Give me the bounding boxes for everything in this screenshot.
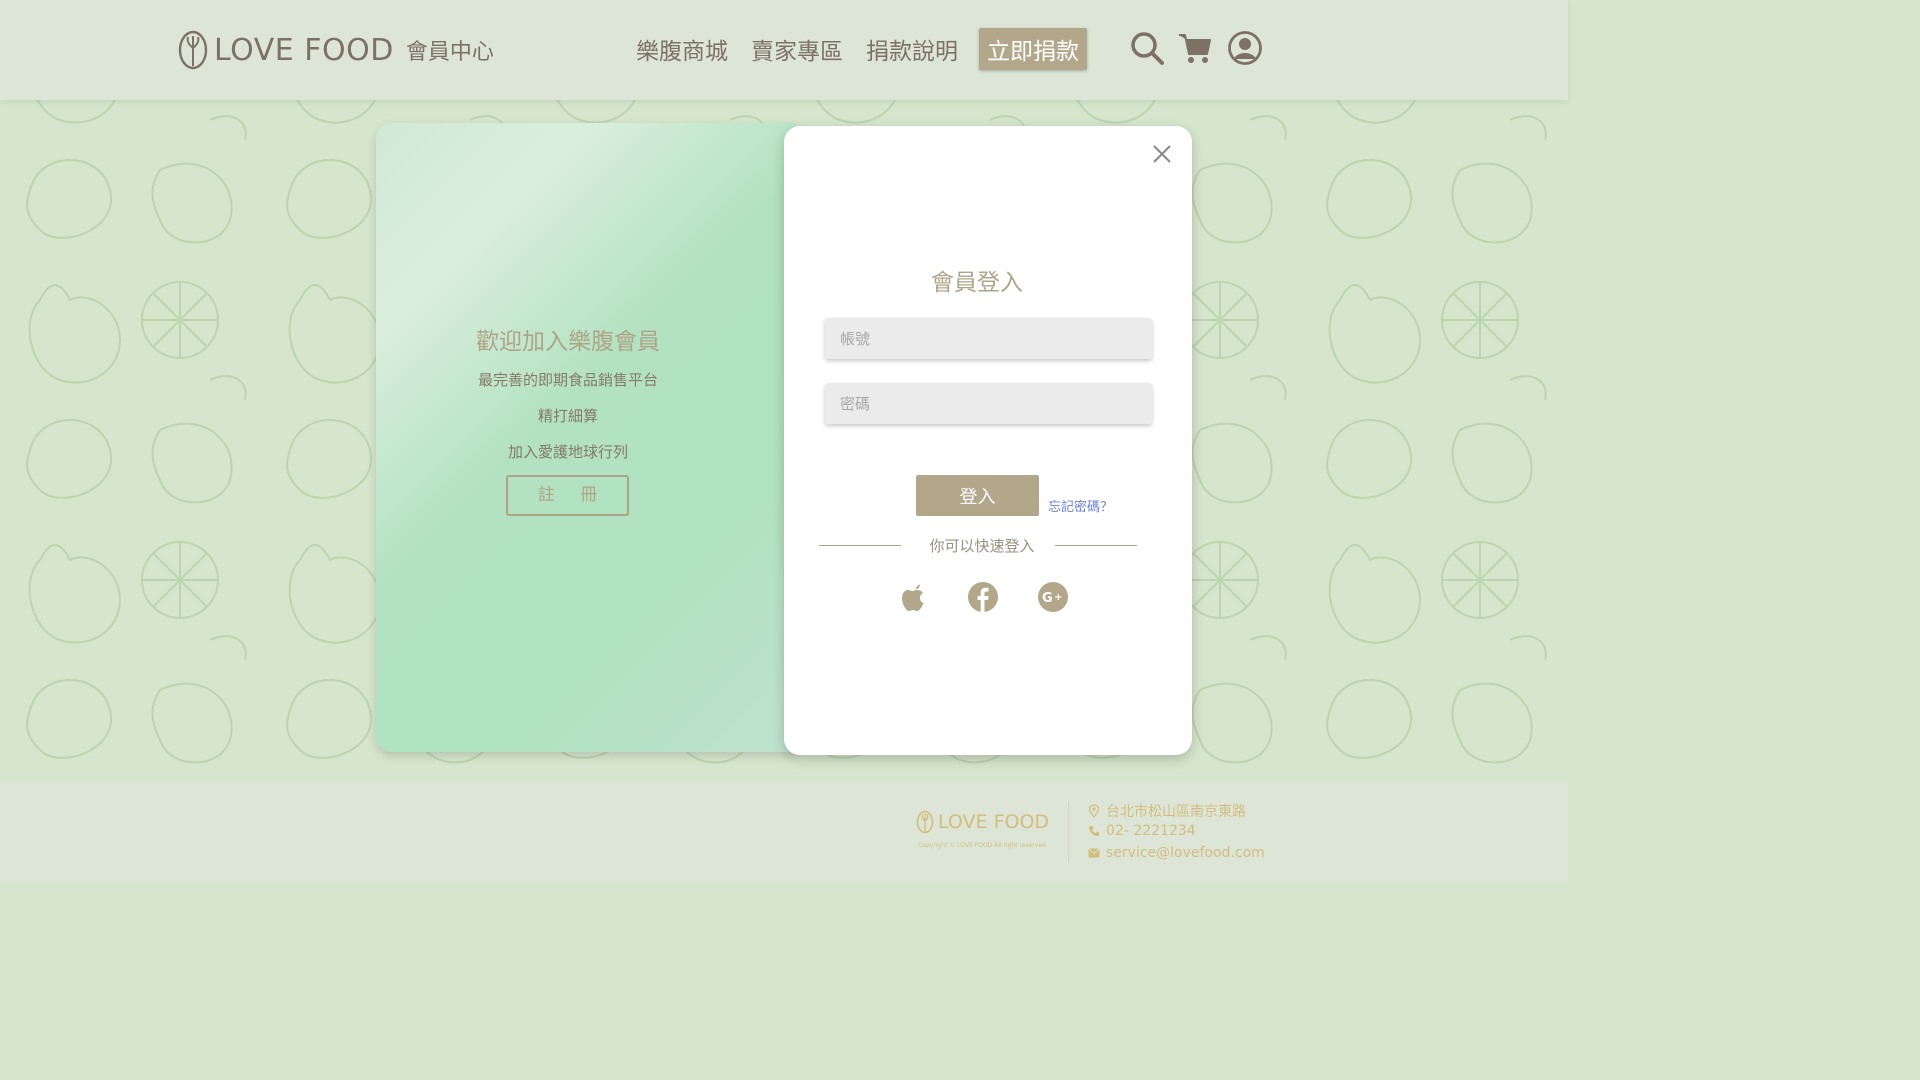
footer-email: service@lovefood.com: [1088, 845, 1265, 861]
google-plus-icon[interactable]: G +: [1037, 581, 1069, 613]
login-card: 會員登入 登入 忘記密碼？ 你可以快速登入 G +: [784, 126, 1192, 755]
apple-icon[interactable]: [898, 581, 930, 613]
close-icon[interactable]: [1150, 142, 1174, 166]
svg-text:+: +: [1054, 592, 1062, 603]
nav-item-donation-info[interactable]: 捐款說明: [866, 32, 958, 66]
donate-now-button[interactable]: 立即捐款: [979, 28, 1087, 70]
facebook-icon[interactable]: [967, 581, 999, 613]
top-header: LOVE FOOD 會員中心 樂腹商城 賣家專區 捐款說明 立即捐款: [0, 0, 1568, 100]
footer-separator: [1068, 802, 1069, 862]
register-button[interactable]: 註 冊: [506, 475, 629, 516]
welcome-title: 歡迎加入樂腹會員: [476, 329, 660, 355]
location-pin-icon: [1088, 804, 1100, 818]
leaf-logo-icon: [916, 810, 934, 834]
welcome-panel: 歡迎加入樂腹會員 最完善的即期食品銷售平台 精打細算 加入愛護地球行列 註 冊: [376, 123, 796, 752]
cart-icon[interactable]: [1177, 30, 1213, 66]
footer-brand-name: LOVE FOOD: [938, 811, 1050, 833]
welcome-line-2: 精打細算: [537, 407, 598, 425]
email-link[interactable]: service@lovefood.com: [1106, 845, 1265, 861]
welcome-line-3: 加入愛護地球行列: [507, 443, 628, 461]
footer-address: 台北市松山區南京東路: [1088, 801, 1246, 821]
password-input[interactable]: [825, 383, 1152, 424]
brand-name: LOVE FOOD: [214, 32, 394, 68]
brand-subtitle: 會員中心: [405, 40, 494, 65]
welcome-line-1: 最完善的即期食品銷售平台: [477, 371, 658, 389]
phone-icon: [1089, 826, 1099, 836]
leaf-logo-icon: [178, 30, 208, 70]
account-input[interactable]: [825, 318, 1152, 359]
main-nav: 樂腹商城 賣家專區 捐款說明 立即捐款: [636, 28, 1087, 70]
phone-text: 02- 2221234: [1106, 823, 1196, 839]
mail-icon: [1088, 848, 1100, 858]
login-button[interactable]: 登入: [916, 475, 1039, 516]
forgot-password-link[interactable]: 忘記密碼？: [1048, 496, 1113, 515]
search-icon[interactable]: [1129, 30, 1165, 66]
svg-text:G: G: [1042, 591, 1053, 606]
user-icon[interactable]: [1227, 30, 1263, 66]
divider-right: [1055, 545, 1137, 546]
login-title: 會員登入: [931, 270, 1023, 296]
brand[interactable]: LOVE FOOD 會員中心: [178, 28, 494, 72]
address-text: 台北市松山區南京東路: [1106, 804, 1246, 820]
footer-brand[interactable]: LOVE FOOD: [916, 810, 1049, 834]
footer-phone: 02- 2221234: [1088, 823, 1196, 839]
copyright-text: Copyright © LOVE FOOD All right reserved: [918, 842, 1046, 849]
nav-item-mall[interactable]: 樂腹商城: [636, 32, 728, 66]
footer: LOVE FOOD Copyright © LOVE FOOD All righ…: [0, 782, 1568, 882]
nav-item-seller[interactable]: 賣家專區: [751, 32, 843, 66]
